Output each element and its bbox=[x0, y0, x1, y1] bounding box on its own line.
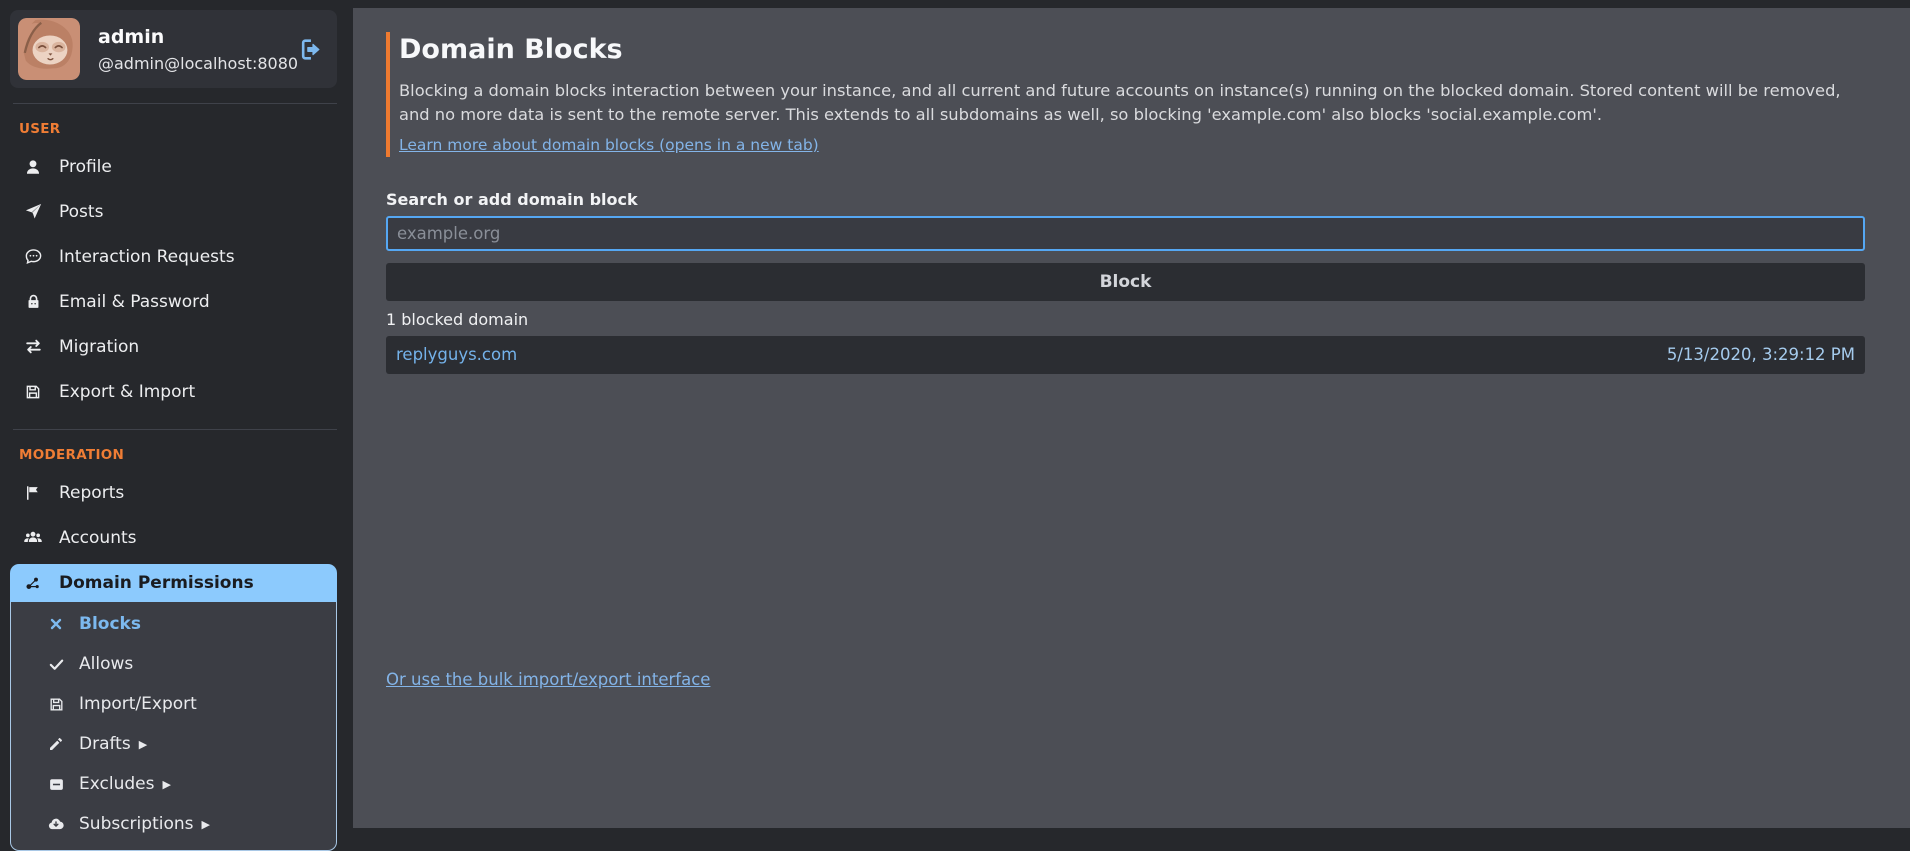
blocked-domain-date: 5/13/2020, 3:29:12 PM bbox=[1667, 345, 1855, 364]
logout-button[interactable] bbox=[298, 36, 325, 63]
exchange-arrows-icon bbox=[23, 337, 43, 357]
user-card[interactable]: admin @admin@localhost:8080 bbox=[10, 10, 337, 88]
sign-out-icon bbox=[298, 36, 325, 63]
floppy-disk-icon bbox=[47, 695, 65, 713]
submenu-item-subscriptions[interactable]: Subscriptions ▶ bbox=[11, 804, 336, 844]
caret-right-icon: ▶ bbox=[162, 779, 170, 790]
comment-dots-icon bbox=[23, 247, 43, 267]
user-nav: Profile Posts Interaction Requests Email… bbox=[10, 144, 337, 414]
sidebar-item-label: Posts bbox=[59, 202, 103, 222]
user-name: admin bbox=[98, 26, 298, 48]
sidebar-item-label: Interaction Requests bbox=[59, 247, 235, 267]
submenu-item-blocks[interactable]: Blocks bbox=[11, 604, 336, 644]
users-icon bbox=[23, 528, 43, 548]
submenu-item-drafts[interactable]: Drafts ▶ bbox=[11, 724, 336, 764]
sidebar-item-export-import[interactable]: Export & Import bbox=[10, 369, 337, 414]
sidebar-item-interaction-requests[interactable]: Interaction Requests bbox=[10, 234, 337, 279]
submenu-item-allows[interactable]: Allows bbox=[11, 644, 336, 684]
lock-icon bbox=[23, 292, 43, 312]
sidebar-item-migration[interactable]: Migration bbox=[10, 324, 337, 369]
sidebar-item-label: Domain Permissions bbox=[59, 573, 254, 593]
user-handle: @admin@localhost:8080 bbox=[98, 54, 298, 73]
paper-plane-icon bbox=[23, 202, 43, 222]
sidebar-item-email-password[interactable]: Email & Password bbox=[10, 279, 337, 324]
sidebar-item-label: Export & Import bbox=[59, 382, 195, 402]
sidebar-item-label: Accounts bbox=[59, 528, 137, 548]
submenu-item-label: Allows bbox=[79, 654, 133, 674]
pencil-icon bbox=[47, 735, 65, 753]
sidebar-item-reports[interactable]: Reports bbox=[10, 470, 337, 515]
submenu-item-label: Blocks bbox=[79, 614, 141, 634]
submenu-item-label: Excludes bbox=[79, 774, 154, 794]
sidebar-item-posts[interactable]: Posts bbox=[10, 189, 337, 234]
share-nodes-icon bbox=[23, 573, 43, 593]
submenu-item-import-export[interactable]: Import/Export bbox=[11, 684, 336, 724]
section-label-moderation: MODERATION bbox=[19, 447, 337, 463]
block-button[interactable]: Block bbox=[386, 263, 1865, 301]
square-minus-icon bbox=[47, 775, 65, 793]
sidebar-item-label: Email & Password bbox=[59, 292, 210, 312]
flag-icon bbox=[23, 483, 43, 503]
settings-sidebar: admin @admin@localhost:8080 USER Profile bbox=[0, 0, 337, 828]
cloud-download-icon bbox=[47, 815, 65, 833]
sidebar-item-label: Profile bbox=[59, 157, 112, 177]
search-label: Search or add domain block bbox=[386, 190, 1865, 209]
check-icon bbox=[47, 655, 65, 673]
xmark-icon bbox=[47, 615, 65, 633]
caret-right-icon: ▶ bbox=[139, 739, 147, 750]
blocked-count: 1 blocked domain bbox=[386, 310, 1865, 329]
domain-search-input[interactable] bbox=[386, 216, 1865, 251]
submenu-item-excludes[interactable]: Excludes ▶ bbox=[11, 764, 336, 804]
submenu-item-label: Drafts bbox=[79, 734, 131, 754]
sidebar-item-accounts[interactable]: Accounts bbox=[10, 515, 337, 560]
floppy-disk-icon bbox=[23, 382, 43, 402]
avatar bbox=[18, 18, 80, 80]
sidebar-item-label: Migration bbox=[59, 337, 139, 357]
page-description: Blocking a domain blocks interaction bet… bbox=[399, 79, 1865, 127]
user-meta: admin @admin@localhost:8080 bbox=[98, 26, 298, 73]
domain-permissions-submenu: Blocks Allows Import/Export Drafts ▶ E bbox=[10, 602, 337, 851]
blocked-domain-name: replyguys.com bbox=[396, 345, 517, 364]
user-icon bbox=[23, 157, 43, 177]
bulk-import-export-link[interactable]: Or use the bulk import/export interface bbox=[386, 670, 710, 689]
learn-more-link[interactable]: Learn more about domain blocks (opens in… bbox=[399, 136, 819, 154]
section-label-user: USER bbox=[19, 121, 337, 137]
submenu-item-label: Import/Export bbox=[79, 694, 197, 714]
sidebar-divider bbox=[13, 429, 337, 430]
page-header: Domain Blocks Blocking a domain blocks i… bbox=[386, 32, 1865, 157]
page-title: Domain Blocks bbox=[399, 34, 1865, 65]
sidebar-item-domain-permissions[interactable]: Domain Permissions bbox=[10, 564, 337, 602]
sidebar-divider bbox=[13, 103, 337, 104]
submenu-item-label: Subscriptions bbox=[79, 814, 193, 834]
domain-blocks-panel: Domain Blocks Blocking a domain blocks i… bbox=[353, 8, 1910, 828]
sidebar-item-profile[interactable]: Profile bbox=[10, 144, 337, 189]
sidebar-item-label: Reports bbox=[59, 483, 124, 503]
moderation-nav: Reports Accounts bbox=[10, 470, 337, 560]
blocked-domain-row[interactable]: replyguys.com 5/13/2020, 3:29:12 PM bbox=[386, 336, 1865, 374]
